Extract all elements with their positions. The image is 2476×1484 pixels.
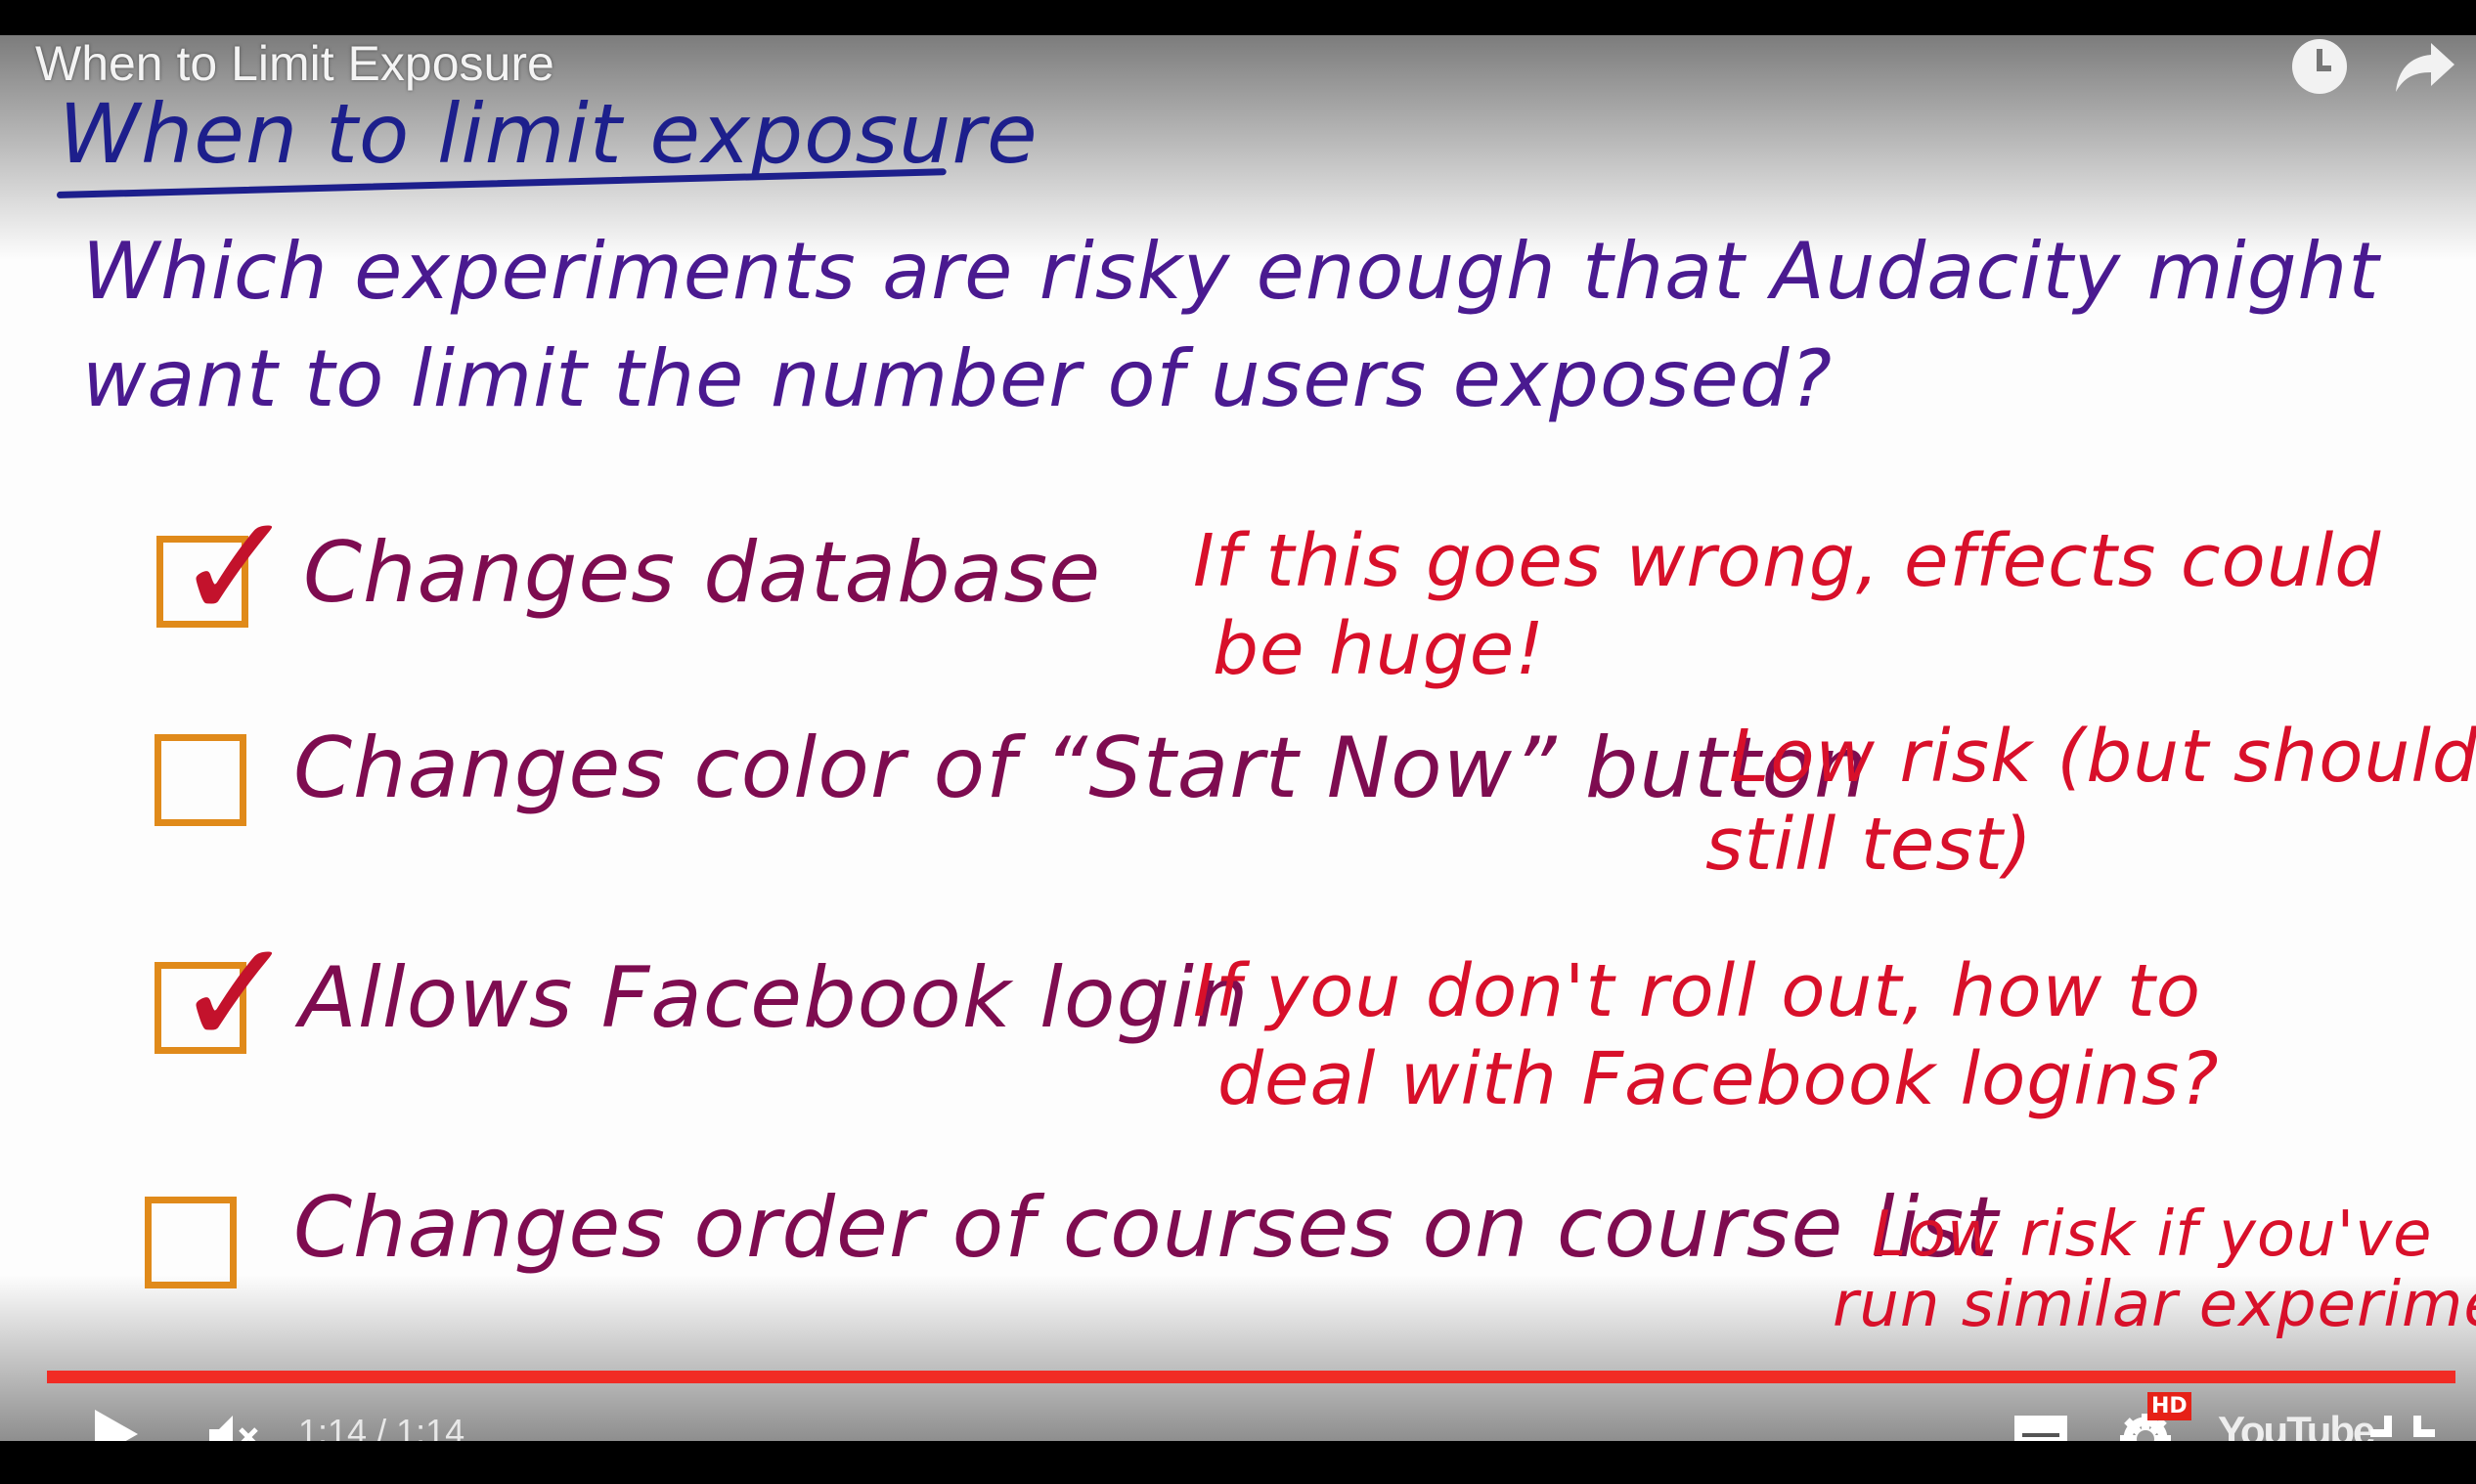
item-note: deal with Facebook logins? bbox=[1217, 1037, 2220, 1121]
muted-speaker-icon bbox=[209, 1416, 258, 1441]
item-note: run similar experiments bbox=[1833, 1269, 2476, 1341]
hd-badge: HD bbox=[2147, 1392, 2191, 1420]
item-label: Changes database bbox=[303, 524, 1102, 622]
time-display: 1:14 / 1:14 bbox=[298, 1412, 465, 1441]
item-note: If you don't roll out, how to bbox=[1193, 949, 2201, 1033]
captions-button[interactable] bbox=[2012, 1414, 2069, 1441]
mute-button[interactable] bbox=[207, 1414, 266, 1441]
item-note: be huge! bbox=[1213, 607, 1545, 691]
video-frame[interactable]: When to limit exposure Which experiments… bbox=[0, 35, 2476, 1441]
item-note: Low risk if you've bbox=[1872, 1199, 2433, 1271]
video-title[interactable]: When to Limit Exposure bbox=[35, 35, 554, 92]
checkbox-changes-color bbox=[155, 734, 246, 826]
question-line-1: Which experiments are risky enough that … bbox=[82, 226, 2380, 317]
item-note: If this goes wrong, effects could bbox=[1193, 519, 2382, 603]
checkbox-course-order bbox=[145, 1197, 237, 1288]
question-line-2: want to limit the number of users expose… bbox=[82, 333, 1834, 424]
watch-later-button[interactable] bbox=[2290, 37, 2349, 100]
clock-icon bbox=[2292, 39, 2347, 94]
item-note: Low risk (but should bbox=[1729, 715, 2476, 799]
share-button[interactable] bbox=[2394, 39, 2456, 98]
play-icon bbox=[95, 1410, 138, 1441]
progress-bar[interactable] bbox=[47, 1371, 2455, 1383]
share-arrow-icon bbox=[2396, 43, 2454, 92]
item-label: Changes color of “Start Now” button bbox=[293, 720, 1869, 817]
exit-fullscreen-icon bbox=[2370, 1416, 2435, 1437]
slide-heading: When to limit exposure bbox=[59, 86, 1039, 182]
checkmark-icon: ✓ bbox=[174, 909, 297, 1079]
youtube-logo[interactable]: YouTube bbox=[2218, 1408, 2375, 1441]
item-note: still test) bbox=[1705, 803, 2033, 887]
exit-fullscreen-button[interactable] bbox=[2368, 1414, 2437, 1441]
item-label: Changes order of courses on course list bbox=[293, 1179, 2000, 1277]
item-label: Allows Facebook login bbox=[299, 949, 1250, 1047]
checkmark-icon: ✓ bbox=[174, 483, 297, 653]
captions-icon bbox=[2014, 1416, 2067, 1441]
play-button[interactable] bbox=[93, 1408, 140, 1441]
